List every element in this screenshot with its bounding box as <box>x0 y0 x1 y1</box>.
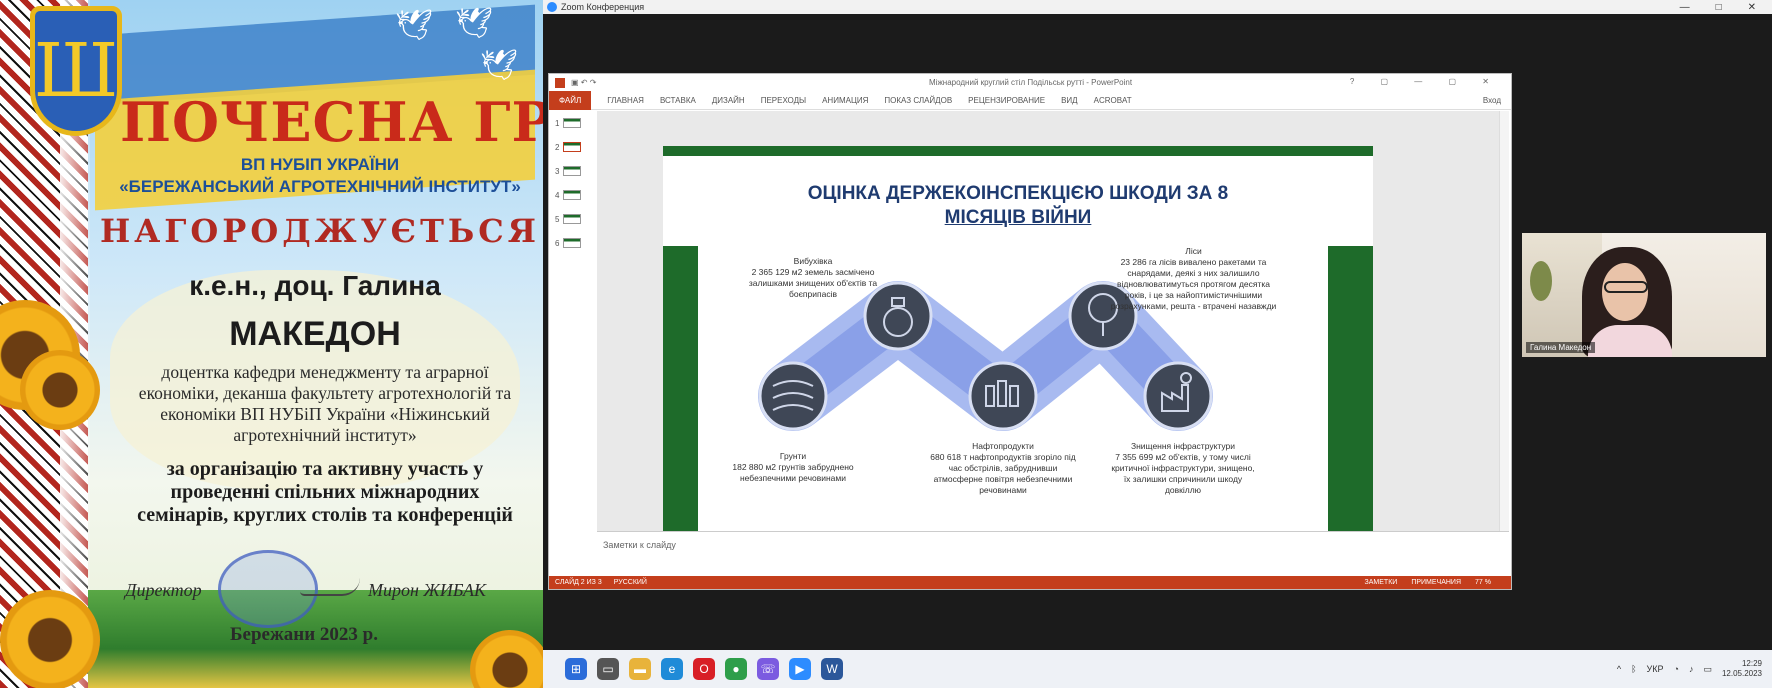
director-label: Директор <box>125 580 202 600</box>
slide-thumbnail[interactable]: 5 <box>549 207 597 231</box>
ribbon-tabs: ФАЙЛ ГЛАВНАЯ ВСТАВКА ДИЗАЙН ПЕРЕХОДЫ АНИ… <box>549 90 1511 110</box>
tab-home[interactable]: ГЛАВНАЯ <box>607 96 644 105</box>
award-reason: за організацію та активну участь у прове… <box>137 458 513 526</box>
soil-icon <box>758 361 828 431</box>
zoom-icon[interactable]: ▶ <box>789 658 811 680</box>
viber-icon[interactable]: ☏ <box>757 658 779 680</box>
volume-icon[interactable]: ♪ <box>1689 664 1694 674</box>
slide-heading: ОЦІНКА ДЕРЖЕКОІНСПЕКЦІЄЮ ШКОДИ ЗА 8 МІСЯ… <box>807 183 1229 228</box>
powerpoint-window: ▣ ↶ ↷ Міжнародний круглий стіл Подільськ… <box>548 73 1512 590</box>
industry-icon <box>1143 361 1213 431</box>
zoom-titlebar: Zoom Конференция — □ ✕ <box>543 0 1772 14</box>
slide-editor: ОЦІНКА ДЕРЖЕКОІНСПЕКЦІЄЮ ШКОДИ ЗА 8 МІСЯ… <box>597 111 1509 547</box>
dove-icon: 🕊 <box>395 9 434 42</box>
tab-transitions[interactable]: ПЕРЕХОДЫ <box>761 96 806 105</box>
battery-icon[interactable]: ▭ <box>1703 664 1712 675</box>
save-icon[interactable]: ▣ <box>571 78 579 87</box>
tab-file[interactable]: ФАЙЛ <box>549 90 592 110</box>
slide-thumbnail[interactable]: 1 <box>549 111 597 135</box>
bluetooth-icon[interactable]: ᛒ <box>1631 664 1636 674</box>
oil-factory-icon <box>968 361 1038 431</box>
undo-icon[interactable]: ↶ <box>581 78 588 87</box>
chrome-icon[interactable]: ● <box>725 658 747 680</box>
close-button[interactable]: ✕ <box>1748 2 1756 13</box>
item-soils: Грунти 182 880 м2 грунтів забруднено неб… <box>732 451 854 483</box>
org-line-1: ВП НУБІП УКРАЇНИ <box>240 155 400 174</box>
slide-thumbnail[interactable]: 4 <box>549 183 597 207</box>
tab-review[interactable]: РЕЦЕНЗИРОВАНИЕ <box>968 96 1045 105</box>
tab-slideshow[interactable]: ПОКАЗ СЛАЙДОВ <box>884 96 952 105</box>
tab-acrobat[interactable]: ACROBAT <box>1094 96 1132 105</box>
slide-thumbnail[interactable]: 6 <box>549 231 597 255</box>
chevron-up-icon[interactable]: ^ <box>1617 664 1621 674</box>
awarded-label: НАГОРОДЖУЄТЬСЯ <box>100 212 540 250</box>
participant-video-tile[interactable]: Галина Македон <box>1522 233 1766 357</box>
coat-of-arms-icon: Ш <box>30 6 122 136</box>
file-explorer-icon[interactable]: ▬ <box>629 658 651 680</box>
tab-animations[interactable]: АНИМАЦИЯ <box>822 96 868 105</box>
participant-name: Галина Македон <box>1526 342 1596 353</box>
task-view-icon[interactable]: ▭ <box>597 658 619 680</box>
sunflower-icon <box>20 350 100 430</box>
zoom-window: Zoom Конференция — □ ✕ ▣ ↶ ↷ Міжнародний… <box>543 0 1772 688</box>
system-tray: ^ ᛒ УКР ◔ ♪ ▭ 12:29 12.05.2023 <box>1617 659 1772 679</box>
dove-icon: 🕊 <box>480 49 519 82</box>
language-indicator[interactable]: УКР <box>1647 664 1664 674</box>
opera-icon[interactable]: O <box>693 658 715 680</box>
current-slide[interactable]: ОЦІНКА ДЕРЖЕКОІНСПЕКЦІЄЮ ШКОДИ ЗА 8 МІСЯ… <box>663 146 1373 547</box>
vertical-scrollbar[interactable] <box>1499 111 1509 531</box>
notes-button[interactable]: ЗАМЕТКИ <box>1365 579 1398 586</box>
quick-access-toolbar: ▣ ↶ ↷ Міжнародний круглий стіл Подільськ… <box>549 74 1511 91</box>
signature <box>300 578 360 596</box>
ppt-window-controls[interactable]: ? ▢ — ▢ ✕ <box>1350 77 1501 86</box>
certificate-image: Ш 🕊 🕊 🕊 ПОЧЕСНА ГРАМОТА ВП НУБІП УКРАЇНИ… <box>0 0 543 688</box>
tab-design[interactable]: ДИЗАЙН <box>712 96 745 105</box>
item-oil-products: Нафтопродукти 680 618 т нафтопродуктів з… <box>930 441 1076 495</box>
windows-taskbar: ⊞ ▭ ▬ e O ● ☏ ▶ W ^ ᛒ УКР ◔ ♪ ▭ 12:29 12… <box>543 650 1772 688</box>
zoom-window-title: Zoom Конференция <box>561 2 645 12</box>
recipient-title: к.е.н., доц. Галина <box>189 270 441 301</box>
notes-pane[interactable]: Заметки к слайду <box>597 531 1509 561</box>
start-icon[interactable]: ⊞ <box>565 658 587 680</box>
edge-icon[interactable]: e <box>661 658 683 680</box>
redo-icon[interactable]: ↷ <box>590 78 597 87</box>
maximize-button[interactable]: □ <box>1716 2 1722 13</box>
tab-insert[interactable]: ВСТАВКА <box>660 96 696 105</box>
slide-thumbnail[interactable]: 2 <box>549 135 597 159</box>
item-infrastructure: Знищення інфраструктури 7 355 699 м2 об'… <box>1111 441 1255 495</box>
slide-counter: СЛАЙД 2 ИЗ 3 <box>555 579 602 586</box>
login-link[interactable]: Вход <box>1483 96 1501 105</box>
slide-infographic: Вибухівка 2 365 129 м2 земель засмічено … <box>698 246 1328 546</box>
item-forests: Ліси 23 286 га лісів вивалено ракетами т… <box>1110 246 1277 311</box>
tab-view[interactable]: ВИД <box>1061 96 1078 105</box>
minimize-button[interactable]: — <box>1680 2 1690 13</box>
language-indicator[interactable]: РУССКИЙ <box>614 579 647 586</box>
certificate-title: ПОЧЕСНА ГРАМОТА <box>120 90 543 154</box>
dove-icon: 🕊 <box>455 7 494 40</box>
comments-button[interactable]: ПРИМЕЧАНИЯ <box>1411 579 1461 586</box>
ppt-status-bar: СЛАЙД 2 ИЗ 3 РУССКИЙ ЗАМЕТКИ ПРИМЕЧАНИЯ … <box>549 576 1511 589</box>
item-explosives: Вибухівка 2 365 129 м2 земель засмічено … <box>748 256 878 299</box>
slide-thumbnails: 1 2 3 4 5 6 <box>549 111 597 531</box>
word-icon[interactable]: W <box>821 658 843 680</box>
document-title: Міжнародний круглий стіл Подільськ рутті… <box>929 78 1133 87</box>
sunflower-icon <box>0 590 100 688</box>
wifi-icon[interactable]: ◔ <box>1674 664 1679 674</box>
zoom-level[interactable]: 77 % <box>1475 579 1491 586</box>
director-name: Мирон ЖИБАК <box>368 580 486 600</box>
zoom-logo-icon <box>547 2 557 12</box>
slide-thumbnail[interactable]: 3 <box>549 159 597 183</box>
recipient-description: доцентка кафедри менеджменту та аграрної… <box>138 362 512 445</box>
powerpoint-logo-icon <box>555 77 565 88</box>
plant-icon <box>1530 261 1552 301</box>
org-line-2: «БЕРЕЖАНСЬКИЙ АГРОТЕХНІЧНИЙ ІНСТИТУТ» <box>119 177 521 196</box>
recipient-surname: МАКЕДОН <box>229 315 401 353</box>
clock[interactable]: 12:29 12.05.2023 <box>1722 659 1762 679</box>
place-year: Бережани 2023 р. <box>230 624 378 645</box>
